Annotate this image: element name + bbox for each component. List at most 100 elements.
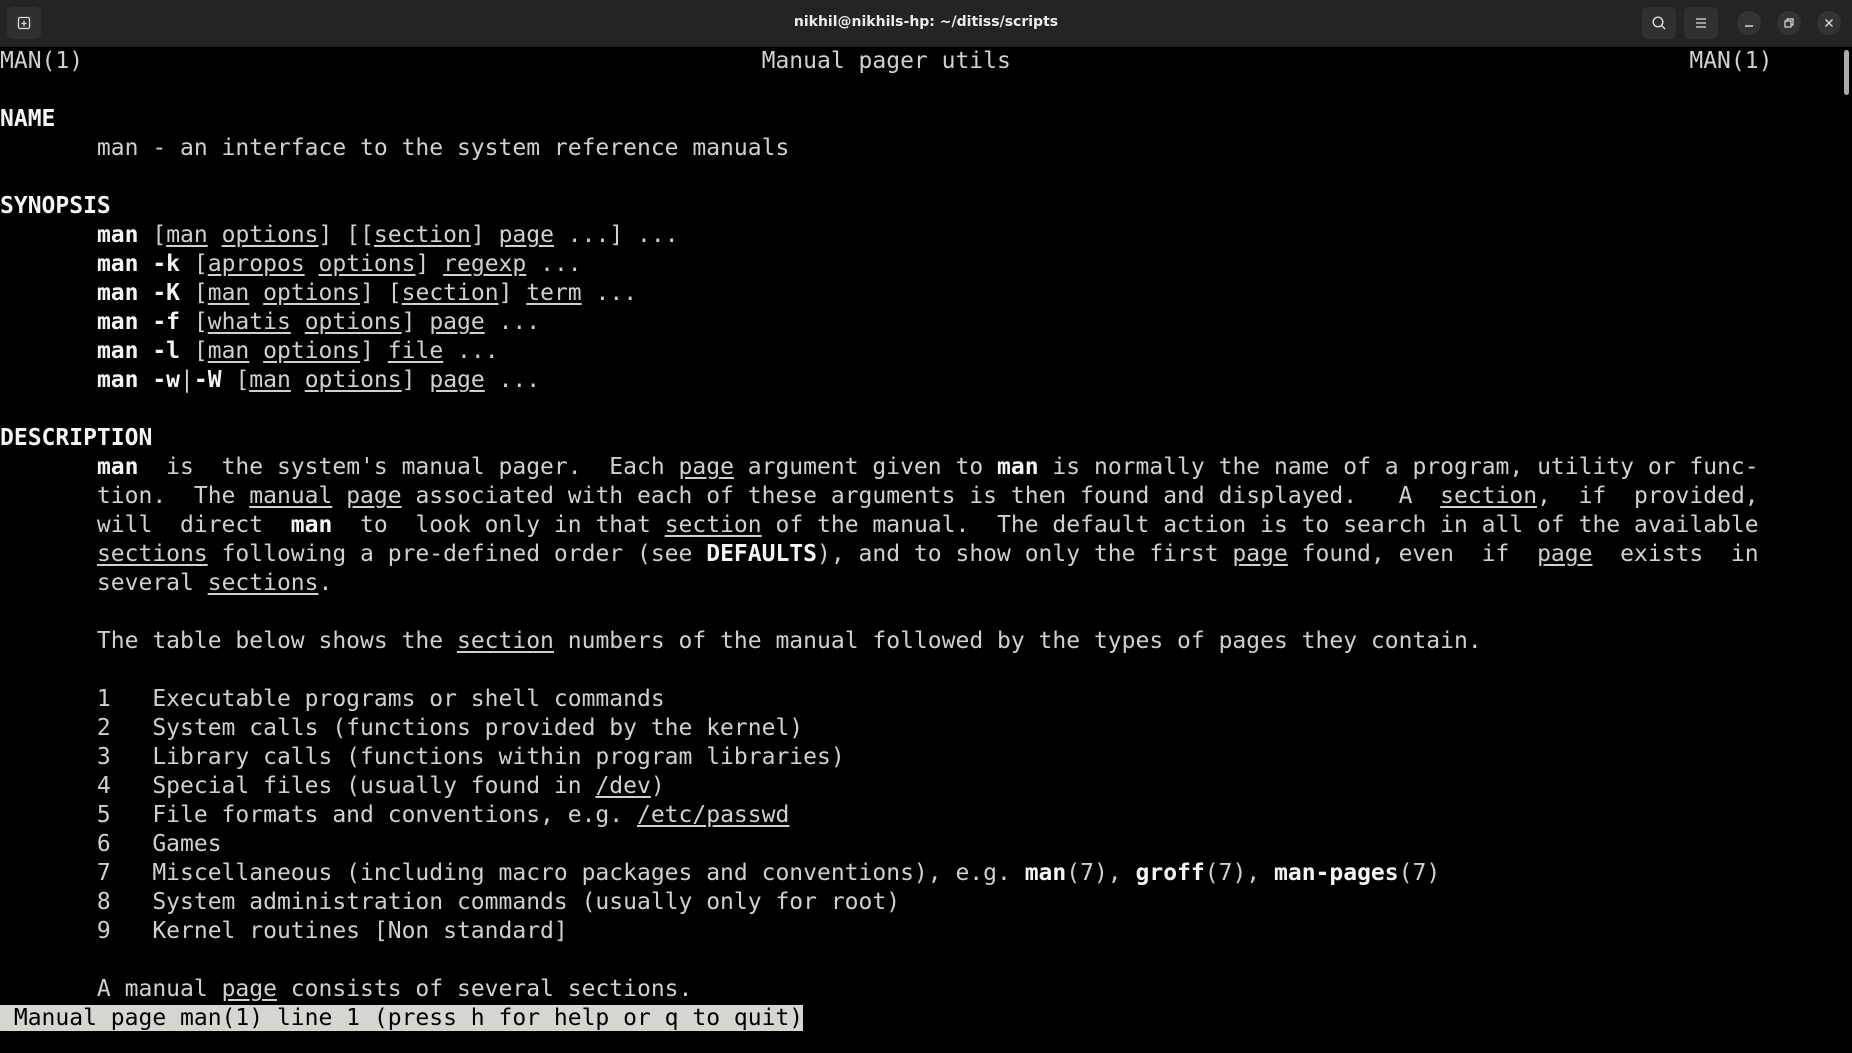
text: 8 System administration commands (usuall… (0, 889, 901, 915)
text: 7 Miscellaneous (including macro package… (0, 860, 1025, 886)
bold-text: DESCRIPTION (0, 425, 153, 451)
underlined-text: page (429, 309, 485, 335)
terminal-line: man -k [apropos options] regexp ... (0, 250, 1772, 279)
text: 4 Special files (usually found in (0, 773, 596, 799)
underlined-text: section (373, 222, 471, 248)
minimize-button[interactable] (1737, 11, 1761, 35)
text: ) (650, 773, 665, 799)
terminal-line: man -l [man options] file ... (0, 337, 1772, 366)
text: The table below shows the (0, 628, 457, 654)
text: 2 System calls (functions provided by th… (0, 715, 804, 741)
text (249, 338, 263, 364)
text: of the manual. The default action is to … (761, 512, 1759, 538)
bold-text: man -K (96, 280, 181, 306)
text (0, 454, 97, 480)
close-icon (1825, 19, 1833, 27)
text (332, 483, 346, 509)
text (291, 309, 305, 335)
underlined-text: /dev (595, 773, 651, 799)
underlined-text: page (1232, 541, 1288, 567)
text: consists of several sections. (276, 976, 693, 1002)
text: ] (498, 280, 527, 306)
underlined-text: page (678, 454, 734, 480)
text: | (180, 367, 194, 393)
bold-text: man (1024, 860, 1067, 886)
text (0, 541, 97, 567)
text: ] (470, 222, 499, 248)
text: following a pre-defined order (see (207, 541, 707, 567)
terminal-line: MAN(1) Manual pager utils MAN(1) (0, 47, 1772, 76)
terminal-line: 1 Executable programs or shell commands (0, 685, 1772, 714)
terminal-line: DESCRIPTION (0, 424, 1772, 453)
text: associated with each of these arguments … (401, 483, 1441, 509)
text: [ (138, 222, 167, 248)
terminal-line: sections following a pre-defined order (… (0, 540, 1772, 569)
maximize-button[interactable] (1777, 11, 1801, 35)
underlined-text: apropos (207, 251, 305, 277)
text (0, 367, 97, 393)
text: man - an interface to the system referen… (0, 135, 790, 161)
terminal-line: 7 Miscellaneous (including macro package… (0, 859, 1772, 888)
text: 9 Kernel routines [Non standard] (0, 918, 568, 944)
text (0, 338, 97, 364)
scrollbar[interactable] (1844, 50, 1849, 95)
terminal-line: tion. The manual page associated with ea… (0, 482, 1772, 511)
terminal-output[interactable]: MAN(1) Manual pager utils MAN(1) NAME man… (0, 47, 1772, 1033)
text: ... (443, 338, 499, 364)
text: argument given to (733, 454, 998, 480)
underlined-text: section (401, 280, 499, 306)
bold-text: -W (193, 367, 222, 393)
underlined-text: sections (207, 570, 319, 596)
text: several (0, 570, 208, 596)
text: ] (401, 309, 430, 335)
text: A manual (0, 976, 222, 1002)
bold-text: man (290, 512, 333, 538)
bold-text: man -l (96, 338, 181, 364)
bold-text: man -f (96, 309, 181, 335)
text: [ (180, 280, 208, 306)
text: 5 File formats and conventions, e.g. (0, 802, 637, 828)
terminal-line: 5 File formats and conventions, e.g. /et… (0, 801, 1772, 830)
text: ...] ... (553, 222, 679, 248)
bold-text: man -k (96, 251, 181, 277)
pager-status-line: Manual page man(1) line 1 (press h for h… (0, 1005, 804, 1031)
text: (7), (1204, 860, 1274, 886)
terminal-line: several sections. (0, 569, 1772, 598)
underlined-text: page (221, 976, 277, 1002)
bold-text: man (997, 454, 1039, 480)
text: numbers of the manual followed by the ty… (553, 628, 1482, 654)
underlined-text: options (263, 338, 361, 364)
text: 3 Library calls (functions within progra… (0, 744, 845, 770)
underlined-text: man (207, 280, 250, 306)
menu-button[interactable] (1684, 7, 1718, 39)
underlined-text: options (221, 222, 319, 248)
terminal-line: The table below shows the section number… (0, 627, 1772, 656)
terminal-line: 3 Library calls (functions within progra… (0, 743, 1772, 772)
text: ... (484, 367, 541, 393)
maximize-icon (1784, 18, 1794, 28)
search-button[interactable] (1642, 7, 1676, 39)
underlined-text: section (456, 628, 554, 654)
minimize-icon (1745, 25, 1753, 27)
text (305, 251, 319, 277)
underlined-text: section (664, 512, 762, 538)
text: ] (401, 367, 430, 393)
text: 6 Games (0, 831, 222, 857)
terminal-line: man -w|-W [man options] page ... (0, 366, 1772, 395)
text (249, 280, 263, 306)
underlined-text: file (387, 338, 444, 364)
search-icon (1652, 16, 1666, 30)
bold-text: NAME (0, 106, 56, 132)
terminal-line: will direct man to look only in that sec… (0, 511, 1772, 540)
text: ] (360, 338, 388, 364)
bold-text: man -w (96, 367, 181, 393)
close-button[interactable] (1817, 11, 1841, 35)
text: ... (526, 251, 582, 277)
underlined-text: options (304, 367, 402, 393)
terminal-line: man -K [man options] [section] term ... (0, 279, 1772, 308)
underlined-text: man (249, 367, 291, 393)
underlined-text: manual (249, 483, 333, 509)
